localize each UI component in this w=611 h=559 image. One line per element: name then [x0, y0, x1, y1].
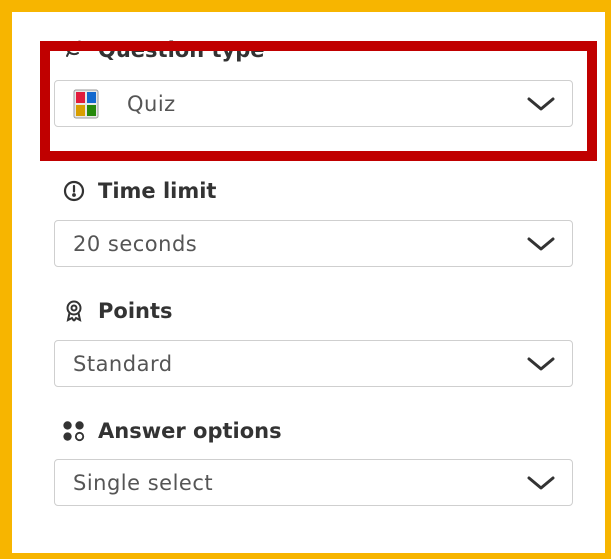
time-limit-label: Time limit — [98, 179, 217, 203]
settings-panel: Question type Quiz Time limit 20 seconds… — [12, 12, 605, 553]
answer-options-label: Answer options — [98, 419, 282, 443]
time-limit-header: Time limit — [62, 176, 216, 206]
question-type-dropdown[interactable]: Quiz — [54, 80, 573, 127]
highlight-frame: Question type Quiz Time limit 20 seconds… — [0, 0, 611, 559]
chevron-down-icon — [526, 94, 556, 114]
time-limit-dropdown[interactable]: 20 seconds — [54, 220, 573, 267]
points-dropdown[interactable]: Standard — [54, 340, 573, 387]
points-label: Points — [98, 299, 173, 323]
answer-options-value: Single select — [73, 470, 214, 495]
chevron-down-icon — [526, 234, 556, 254]
question-type-label: Question type — [98, 38, 265, 62]
quiz-icon — [73, 89, 99, 119]
points-header: Points — [62, 296, 173, 326]
question-type-value: Quiz — [127, 91, 176, 116]
award-icon — [62, 299, 86, 323]
points-value: Standard — [73, 351, 173, 376]
time-limit-value: 20 seconds — [73, 231, 198, 256]
question-type-icon — [62, 38, 86, 62]
question-type-header: Question type — [62, 35, 264, 65]
chevron-down-icon — [526, 354, 556, 374]
answer-options-header: Answer options — [62, 416, 282, 446]
answer-options-dropdown[interactable]: Single select — [54, 459, 573, 506]
chevron-down-icon — [526, 473, 556, 493]
clock-icon — [62, 179, 86, 203]
answer-options-icon — [62, 419, 86, 443]
